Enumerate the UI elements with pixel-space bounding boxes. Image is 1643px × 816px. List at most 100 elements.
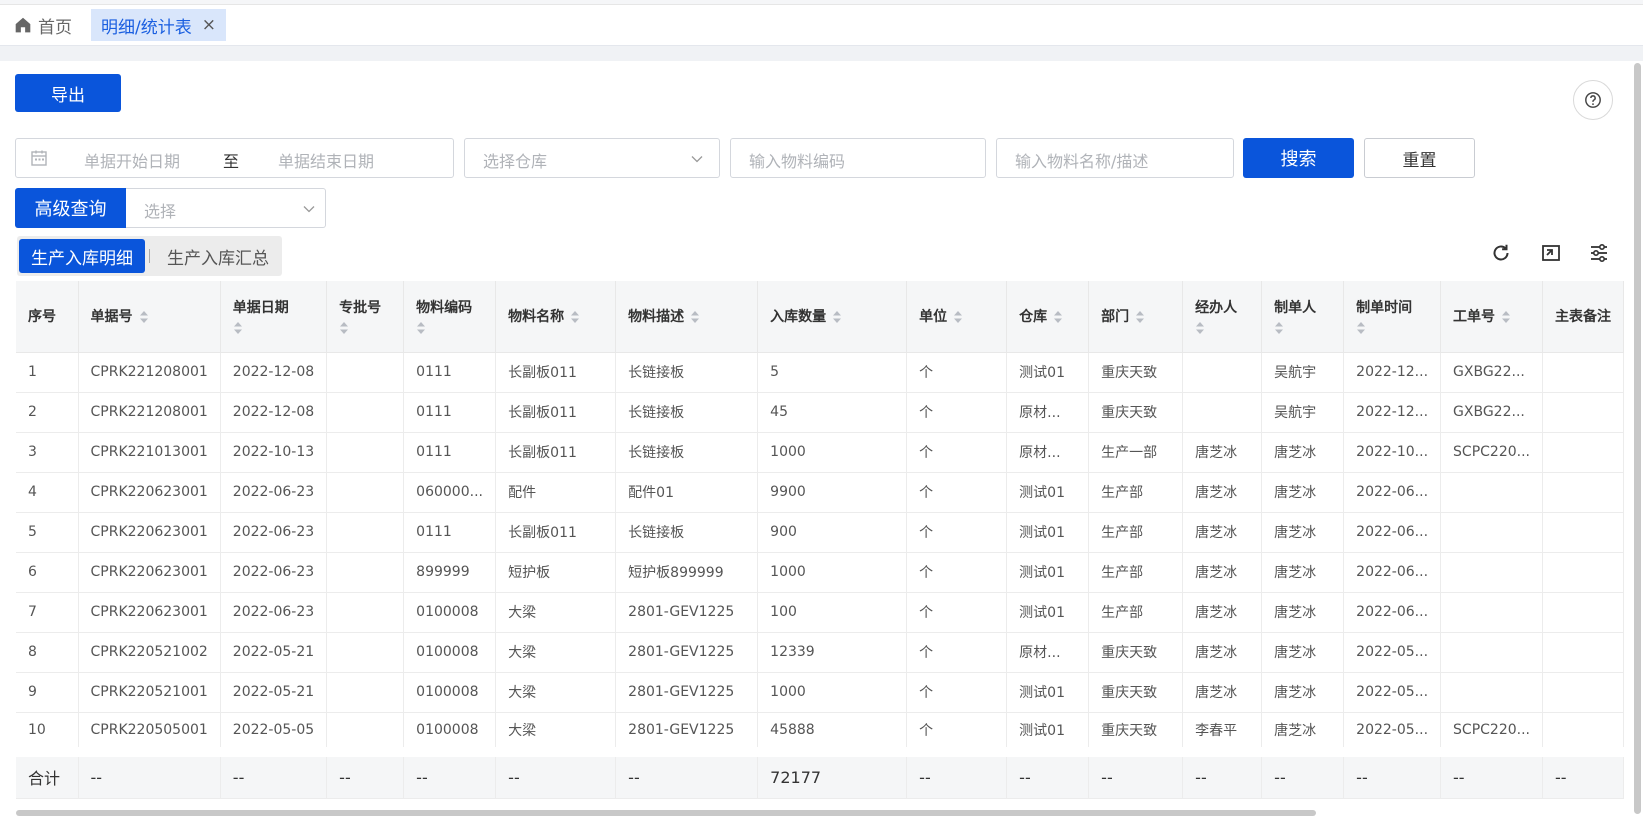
column-header[interactable]: 工单号 (1440, 281, 1543, 353)
table-cell: 2022-06-23 (220, 512, 328, 553)
column-header-label: 入库数量 (770, 309, 827, 326)
table-cell: 个 (906, 392, 1008, 433)
table-row[interactable]: 5 CPRK220623001 2022-06-23 0111 长副板011 长链接板 90… (16, 512, 1624, 553)
view-summary-tab[interactable]: 生产入库汇总 (157, 239, 279, 273)
vertical-scrollbar[interactable] (1632, 61, 1643, 816)
table-cell: 长链接板 (615, 392, 759, 433)
column-header-label: 物料名称 (508, 309, 565, 326)
column-header-label: 经办人 (1195, 300, 1238, 317)
summary-cell: -- (1542, 747, 1624, 799)
table-cell: 0111 (403, 352, 497, 393)
column-header[interactable]: 仓库 (1006, 281, 1090, 353)
table-cell: 2022-06-23 (220, 472, 328, 513)
close-icon[interactable]: × (202, 15, 216, 35)
column-header[interactable]: 专批号 (326, 281, 405, 353)
sort-icon[interactable] (1135, 310, 1145, 324)
material-name-input[interactable]: 输入物料名称/描述 (996, 138, 1234, 178)
table-cell: 长链接板 (615, 512, 759, 553)
column-settings-icon[interactable] (1588, 242, 1610, 264)
column-header[interactable]: 单据日期 (220, 281, 328, 353)
table-row[interactable]: 9 CPRK220521001 2022-05-21 0100008 大梁 2801-GE… (16, 672, 1624, 713)
table-cell: 5 (16, 512, 79, 553)
summary-cell: -- (1006, 747, 1090, 799)
tab-detail-report[interactable]: 明细/统计表 × (91, 9, 226, 41)
table-row[interactable]: 4 CPRK220623001 2022-06-23 060000... 配件 配件01 9… (16, 472, 1624, 513)
table-row[interactable]: 10 CPRK220505001 2022-05-05 0100008 大梁 2801-G… (16, 712, 1624, 753)
reset-button[interactable]: 重置 (1364, 138, 1475, 178)
table-row[interactable]: 3 CPRK221013001 2022-10-13 0111 长副板011 长链接板 10… (16, 432, 1624, 473)
sort-icon[interactable] (1501, 310, 1511, 324)
column-header-label: 单位 (919, 309, 948, 326)
sort-icon[interactable] (570, 310, 580, 324)
column-header: 序号 (16, 281, 79, 353)
help-button[interactable] (1573, 80, 1613, 120)
table-cell: 2801-GEV1225 (615, 712, 759, 753)
table-cell: 唐芝冰 (1182, 472, 1263, 513)
table-header: 序号 单据号 单据日期 专批号 物料编码 物料名称 物料描述 入库数量 单位 仓库 部门 经办人 制单人… (16, 281, 1624, 353)
column-header[interactable]: 单位 (906, 281, 1008, 353)
table-row[interactable]: 6 CPRK220623001 2022-06-23 899999 短护板 短护板8999… (16, 552, 1624, 593)
date-start-input[interactable]: 单据开始日期 (84, 148, 180, 172)
summary-cell: -- (615, 747, 759, 799)
refresh-icon[interactable] (1490, 242, 1512, 264)
table-cell: 长副板011 (495, 432, 617, 473)
sort-icon[interactable] (953, 310, 963, 324)
table-row[interactable]: 7 CPRK220623001 2022-06-23 0100008 大梁 2801-GE… (16, 592, 1624, 633)
table-cell: 唐芝冰 (1182, 552, 1263, 593)
sort-icon[interactable] (233, 321, 243, 335)
table-cell: 2022-12-08 (220, 352, 328, 393)
table-cell (1542, 592, 1624, 633)
table-row[interactable]: 2 CPRK221208001 2022-12-08 0111 长副板011 长链接板 45… (16, 392, 1624, 433)
tab-home[interactable]: 首页 (14, 12, 72, 38)
table-cell: 8 (16, 632, 79, 673)
table-cell: 大梁 (495, 672, 617, 713)
advanced-query-button[interactable]: 高级查询 (15, 188, 126, 228)
table-row[interactable]: 8 CPRK220521002 2022-05-21 0100008 大梁 2801-GE… (16, 632, 1624, 673)
search-button[interactable]: 搜索 (1243, 138, 1354, 178)
view-detail-tab[interactable]: 生产入库明细 (19, 239, 145, 273)
table-cell: 配件01 (615, 472, 759, 513)
table-cell: 吴航宇 (1261, 352, 1345, 393)
table-cell: CPRK220623001 (78, 552, 221, 593)
column-header[interactable]: 单据号 (78, 281, 221, 353)
sort-icon[interactable] (832, 310, 842, 324)
column-header[interactable]: 制单时间 (1343, 281, 1442, 353)
horizontal-scroll-thumb[interactable] (16, 810, 1316, 816)
column-header[interactable]: 物料编码 (403, 281, 497, 353)
date-end-input[interactable]: 单据结束日期 (278, 148, 374, 172)
sort-icon[interactable] (416, 321, 426, 335)
column-header[interactable]: 物料名称 (495, 281, 617, 353)
sort-icon[interactable] (1356, 321, 1366, 335)
table-cell: 2022-10... (1343, 432, 1442, 473)
table-cell: 唐芝冰 (1261, 672, 1345, 713)
warehouse-select[interactable]: 选择仓库 (464, 138, 720, 178)
advanced-query-select[interactable]: 选择 (126, 188, 326, 228)
sort-icon[interactable] (339, 321, 349, 335)
table-cell: 1 (16, 352, 79, 393)
column-header[interactable]: 制单人 (1261, 281, 1345, 353)
sort-icon[interactable] (1195, 321, 1205, 335)
column-header[interactable]: 部门 (1088, 281, 1184, 353)
column-header: 主表备注 (1542, 281, 1624, 353)
table-cell: 唐芝冰 (1182, 432, 1263, 473)
date-range-picker[interactable]: 单据开始日期 至 单据结束日期 (15, 138, 454, 178)
table-row[interactable]: 1 CPRK221208001 2022-12-08 0111 长副板011 长链接板 5 个… (16, 352, 1624, 393)
export-button[interactable]: 导出 (15, 74, 121, 112)
table-cell (1542, 632, 1624, 673)
sort-icon[interactable] (690, 310, 700, 324)
fullscreen-icon[interactable] (1540, 242, 1562, 264)
table-cell: CPRK220623001 (78, 592, 221, 633)
table-cell: 配件 (495, 472, 617, 513)
table-cell: 0100008 (403, 592, 497, 633)
sort-icon[interactable] (139, 310, 149, 324)
table-cell: 短护板 (495, 552, 617, 593)
sort-icon[interactable] (1053, 310, 1063, 324)
table-cell: 4 (16, 472, 79, 513)
column-header[interactable]: 入库数量 (757, 281, 908, 353)
vertical-scroll-thumb[interactable] (1634, 63, 1641, 814)
summary-cell: -- (78, 747, 221, 799)
sort-icon[interactable] (1274, 321, 1284, 335)
column-header[interactable]: 物料描述 (615, 281, 759, 353)
material-code-input[interactable]: 输入物料编码 (730, 138, 986, 178)
column-header[interactable]: 经办人 (1182, 281, 1263, 353)
